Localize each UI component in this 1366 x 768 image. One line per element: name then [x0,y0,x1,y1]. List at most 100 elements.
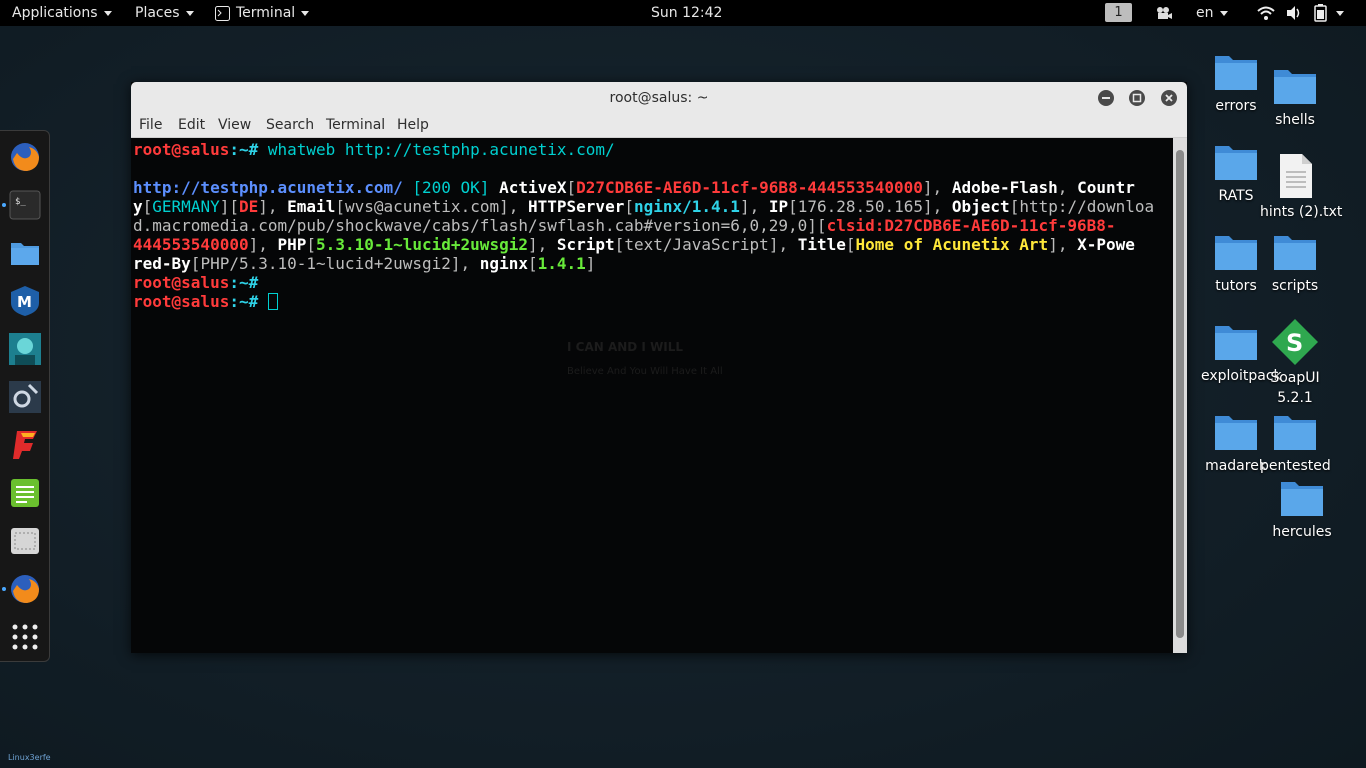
faraday-icon[interactable] [9,429,41,461]
menu-view[interactable]: View [218,117,251,133]
desktop-icon-hints-2-txt[interactable]: hints (2).txt [1260,152,1343,222]
text-cursor [267,293,278,310]
desktop-icon-label: SoapUI 5.2.1 [1270,370,1320,406]
output-status: [200 OK] [412,178,490,197]
wifi-icon[interactable] [1257,4,1275,22]
prompt-user: root@salus [133,292,230,311]
firefox-icon[interactable] [9,141,41,173]
command-text: whatweb http://testphp.acunetix.com/ [258,140,615,159]
folder-icon [1260,64,1330,108]
running-indicator [2,587,6,591]
wallpaper-text: I CAN AND I WILL [567,340,684,354]
folder-icon [1267,476,1337,520]
terminal-window[interactable]: root@salus: ~ File Edit View Search Term… [131,82,1187,653]
wallpaper-subtext: Believe And You Will Have It All [567,366,723,377]
terminal-icon[interactable]: $_ [9,189,41,221]
top-panel: Applications Places Terminal Sun 12:42 1… [0,0,1366,26]
output-title: Home of Acunetix Art [855,235,1049,254]
metasploit-icon[interactable]: M [9,285,41,317]
prompt-user: root@salus [133,273,230,292]
places-menu[interactable]: Places [135,0,194,26]
output-url: http://testphp.acunetix.com/ [133,178,403,197]
menu-search[interactable]: Search [266,117,314,133]
terminal-output: root@salus:~# whatweb http://testphp.acu… [133,140,1155,311]
chevron-down-icon [185,10,194,16]
output-object-url-part1: http://downloa [1019,197,1155,216]
applications-label: Applications [12,5,98,21]
running-indicator [2,203,6,207]
system-menu-chevron-icon[interactable] [1336,11,1344,16]
language-label: en [1196,5,1214,21]
desktop-icon-soapui-5-2-1[interactable]: S SoapUI 5.2.1 [1260,318,1330,408]
scrollbar[interactable] [1173,138,1187,653]
menu-file[interactable]: File [139,117,162,133]
scrollbar-thumb[interactable] [1176,150,1184,638]
battery-icon[interactable] [1313,4,1331,22]
desktop-icon-shells[interactable]: shells [1260,64,1330,130]
avatar-app-icon[interactable] [9,333,41,365]
close-icon[interactable] [1161,90,1177,106]
output-x-powered-by: PHP/5.3.10-1~lucid+2uwsgi2 [200,254,451,273]
desktop-icon-label: shells [1275,112,1315,128]
desktop-icon-scripts[interactable]: scripts [1260,230,1330,296]
terminal-content[interactable]: I CAN AND I WILL Believe And You Will Ha… [131,138,1173,653]
menu-edit[interactable]: Edit [178,117,205,133]
volume-icon[interactable] [1285,4,1303,22]
chevron-down-icon [1219,10,1228,16]
menu-help[interactable]: Help [397,117,429,133]
svg-text:$_: $_ [15,197,26,207]
dock: $_ M [0,130,50,662]
desktop-icon-label: hercules [1272,524,1332,540]
output-clsid-part2: 444553540000 [133,235,249,254]
output-country-code: DE [238,197,259,216]
workspace-indicator[interactable]: 1 [1105,3,1132,22]
chevron-down-icon [103,10,112,16]
prompt-path: :~# [229,292,259,311]
output-nginx: 1.4.1 [537,254,586,273]
prompt-path: :~# [229,140,259,159]
desktop-icon-label: pentested [1260,458,1331,474]
terminal-app-label: Terminal [236,5,296,21]
applications-menu[interactable]: Applications [12,0,112,26]
window-title: root@salus: ~ [609,90,709,106]
maximize-icon[interactable] [1129,90,1145,106]
places-label: Places [135,5,180,21]
folder-icon [1260,410,1330,454]
show-apps-icon[interactable] [9,621,41,653]
output-clsid-part1: clsid:D27CDB6E-AE6D-11cf-96B8- [826,216,1116,235]
output-php: 5.3.10-1~lucid+2uwsgi2 [316,235,528,254]
output-email: wvs@acunetix.com [344,197,500,216]
language-menu[interactable]: en [1196,0,1228,26]
output-ip: 176.28.50.165 [797,197,923,216]
watermark: Linux3erfe [8,753,51,762]
folder-icon [1260,230,1330,274]
svg-text:S: S [1286,329,1303,357]
menu-terminal[interactable]: Terminal [326,117,385,133]
prompt-path: :~# [229,273,259,292]
menu-bar: File Edit View Search Terminal Help [131,114,1187,138]
chevron-down-icon [301,10,310,16]
screenshot-icon[interactable] [9,525,41,557]
notes-icon[interactable] [9,477,41,509]
firefox-icon[interactable] [9,573,41,605]
terminal-app-menu[interactable]: Terminal [215,0,310,26]
output-script: text/JavaScript [624,235,769,254]
text-file-icon [1260,152,1330,200]
files-icon[interactable] [9,237,41,269]
video-camera-icon[interactable] [1155,4,1173,22]
prompt-user: root@salus [133,140,230,159]
clock[interactable]: Sun 12:42 [651,0,722,26]
window-titlebar[interactable]: root@salus: ~ [131,82,1187,114]
output-http-server: nginx/1.4.1 [633,197,740,216]
svg-text:M: M [17,293,32,311]
terminal-icon [215,5,230,21]
output-activex-id: D27CDB6E-AE6D-11cf-96B8-444553540000 [576,178,923,197]
desktop-icon-label: hints (2).txt [1260,204,1343,220]
desktop-icon-hercules[interactable]: hercules [1267,476,1337,542]
desktop-icon-label: scripts [1271,278,1319,294]
burpsuite-icon[interactable] [9,381,41,413]
minimize-icon[interactable] [1098,90,1114,106]
output-object-url-part2: d.macromedia.com/pub/shockwave/cabs/flas… [133,216,808,235]
desktop-icon-pentested[interactable]: pentested [1260,410,1331,476]
soapui-icon: S [1260,318,1330,366]
